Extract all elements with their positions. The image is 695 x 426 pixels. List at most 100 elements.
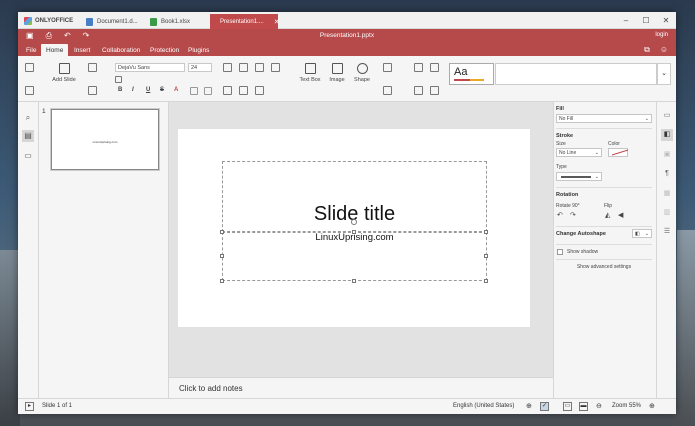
copy-style-icon[interactable]	[414, 86, 423, 95]
slide-settings-icon[interactable]: ▭	[661, 110, 673, 122]
minimize-button[interactable]: –	[616, 12, 636, 29]
highlight-icon[interactable]	[190, 87, 198, 95]
comments-icon[interactable]: ▭	[22, 150, 34, 162]
fit-slide-icon[interactable]: ▭	[563, 402, 572, 411]
vertical-align-icon[interactable]	[239, 86, 248, 95]
rotate-handle[interactable]	[351, 219, 357, 225]
stroke-size-value: No Line	[559, 150, 577, 156]
font-name-select[interactable]: DejaVu Sans	[115, 63, 185, 72]
text-art-settings-icon[interactable]: ☰	[661, 226, 673, 238]
resize-handle[interactable]	[220, 279, 224, 283]
slides-icon[interactable]: ▤	[22, 130, 34, 142]
tab-plugins[interactable]: Plugins	[183, 44, 214, 56]
tab-insert[interactable]: Insert	[69, 44, 95, 56]
tab-file[interactable]: File	[21, 44, 41, 56]
resize-handle[interactable]	[484, 230, 488, 234]
table-settings-icon[interactable]: ▦	[661, 188, 673, 200]
theme-gallery[interactable]	[495, 63, 657, 85]
font-color-icon[interactable]: A	[174, 87, 178, 93]
theme-dropdown-button[interactable]: ⌄	[657, 63, 671, 85]
rotate-ccw-icon[interactable]: ↶	[557, 211, 563, 219]
increase-indent-icon[interactable]	[271, 63, 280, 72]
flip-vertical-icon[interactable]: ◀	[618, 211, 623, 219]
fill-header: Fill	[556, 106, 564, 112]
paste-icon[interactable]	[25, 86, 34, 95]
user-icon[interactable]: ☺	[660, 45, 668, 55]
start-slideshow-icon[interactable]: ▸	[25, 402, 34, 411]
tab-protection[interactable]: Protection	[145, 44, 184, 56]
tab-spreadsheet[interactable]: Book1.xlsx	[144, 14, 208, 29]
increase-font-icon[interactable]	[115, 76, 122, 83]
language-indicator[interactable]: English (United States)	[453, 403, 514, 409]
wallpaper-left	[0, 250, 20, 426]
zoom-out-icon[interactable]: ⊖	[596, 402, 602, 410]
fit-width-icon[interactable]: ▬	[579, 402, 588, 411]
chart-settings-icon[interactable]: ▥	[661, 207, 673, 219]
shape-button[interactable]: Shape	[350, 63, 374, 83]
align-icon[interactable]	[223, 86, 232, 95]
decrease-indent-icon[interactable]	[255, 63, 264, 72]
align-shape-icon[interactable]	[383, 86, 392, 95]
color-scheme-icon[interactable]	[430, 63, 439, 72]
zoom-in-icon[interactable]: ⊕	[649, 402, 655, 410]
numbering-icon[interactable]	[239, 63, 248, 72]
divider	[556, 244, 652, 245]
underline-button[interactable]: U	[146, 87, 150, 93]
resize-handle[interactable]	[220, 230, 224, 234]
image-settings-icon[interactable]: ▣	[661, 149, 673, 161]
maximize-button[interactable]: ☐	[636, 12, 656, 29]
copy-icon[interactable]	[25, 63, 34, 72]
font-size-select[interactable]: 24	[188, 63, 212, 72]
slide-canvas[interactable]: Slide title LinuxUprising.com	[178, 129, 530, 327]
slide-size-icon[interactable]	[430, 86, 439, 95]
notes-area[interactable]: Click to add notes	[169, 377, 553, 398]
tab-presentation[interactable]: Presentation1.... ✕	[210, 14, 280, 29]
bold-button[interactable]: B	[118, 87, 122, 93]
onlyoffice-logo[interactable]: ONLYOFFICE	[24, 15, 73, 26]
open-location-icon[interactable]: ⧉	[644, 45, 650, 55]
resize-handle[interactable]	[220, 254, 224, 258]
italic-button[interactable]: I	[132, 87, 134, 93]
resize-handle[interactable]	[352, 230, 356, 234]
spell-check-icon[interactable]: ✓	[540, 402, 549, 411]
resize-handle[interactable]	[352, 279, 356, 283]
paragraph-settings-icon[interactable]: ¶	[661, 168, 673, 180]
stroke-size-select[interactable]: No Line ⌄	[556, 148, 602, 157]
flip-horizontal-icon[interactable]: ◭	[605, 211, 610, 219]
layout-icon[interactable]	[88, 63, 97, 72]
resize-handle[interactable]	[484, 279, 488, 283]
image-button[interactable]: Image	[325, 63, 349, 83]
close-tab-icon[interactable]: ✕	[274, 18, 280, 26]
resize-handle[interactable]	[484, 254, 488, 258]
erase-icon[interactable]	[414, 63, 423, 72]
add-slide-button[interactable]: Add Slide	[49, 63, 79, 83]
autoshape-select[interactable]: ◧ ⌄	[632, 229, 652, 238]
stroke-type-select[interactable]: ⌄	[556, 172, 602, 181]
show-shadow-checkbox[interactable]	[557, 249, 563, 255]
theme-preview[interactable]: Aa	[449, 63, 494, 85]
shape-settings-icon[interactable]: ◧	[661, 129, 673, 141]
arrange-icon[interactable]	[383, 63, 392, 72]
tab-home[interactable]: Home	[41, 44, 69, 56]
tab-document[interactable]: Document1.d...	[80, 14, 142, 29]
stroke-color-picker[interactable]	[608, 148, 629, 157]
duplicate-icon[interactable]	[88, 86, 97, 95]
bullets-icon[interactable]	[223, 63, 232, 72]
rotate-cw-icon[interactable]: ↷	[570, 211, 576, 219]
text-box-button[interactable]: Text Box	[296, 63, 324, 83]
fill-select[interactable]: No Fill ⌄	[556, 114, 652, 123]
search-icon[interactable]: ⌕	[22, 112, 34, 124]
login-link[interactable]: login	[655, 32, 668, 38]
line-spacing-icon[interactable]	[255, 86, 264, 95]
slide-editor: Slide title LinuxUprising.com	[169, 102, 553, 377]
strikethrough-button[interactable]: S	[160, 87, 164, 93]
close-window-button[interactable]: ✕	[656, 12, 676, 29]
theme-preview-text: Aa	[454, 66, 468, 78]
menu-right-icons: ⧉ ☺	[644, 45, 668, 55]
tab-collaboration[interactable]: Collaboration	[97, 44, 145, 56]
divider	[556, 226, 652, 227]
slide-thumbnail[interactable]: LinuxUprising.com	[51, 109, 159, 170]
globe-icon[interactable]: ⊕	[526, 402, 532, 410]
advanced-settings-link[interactable]: Show advanced settings	[554, 264, 654, 270]
clear-format-icon[interactable]	[204, 87, 212, 95]
